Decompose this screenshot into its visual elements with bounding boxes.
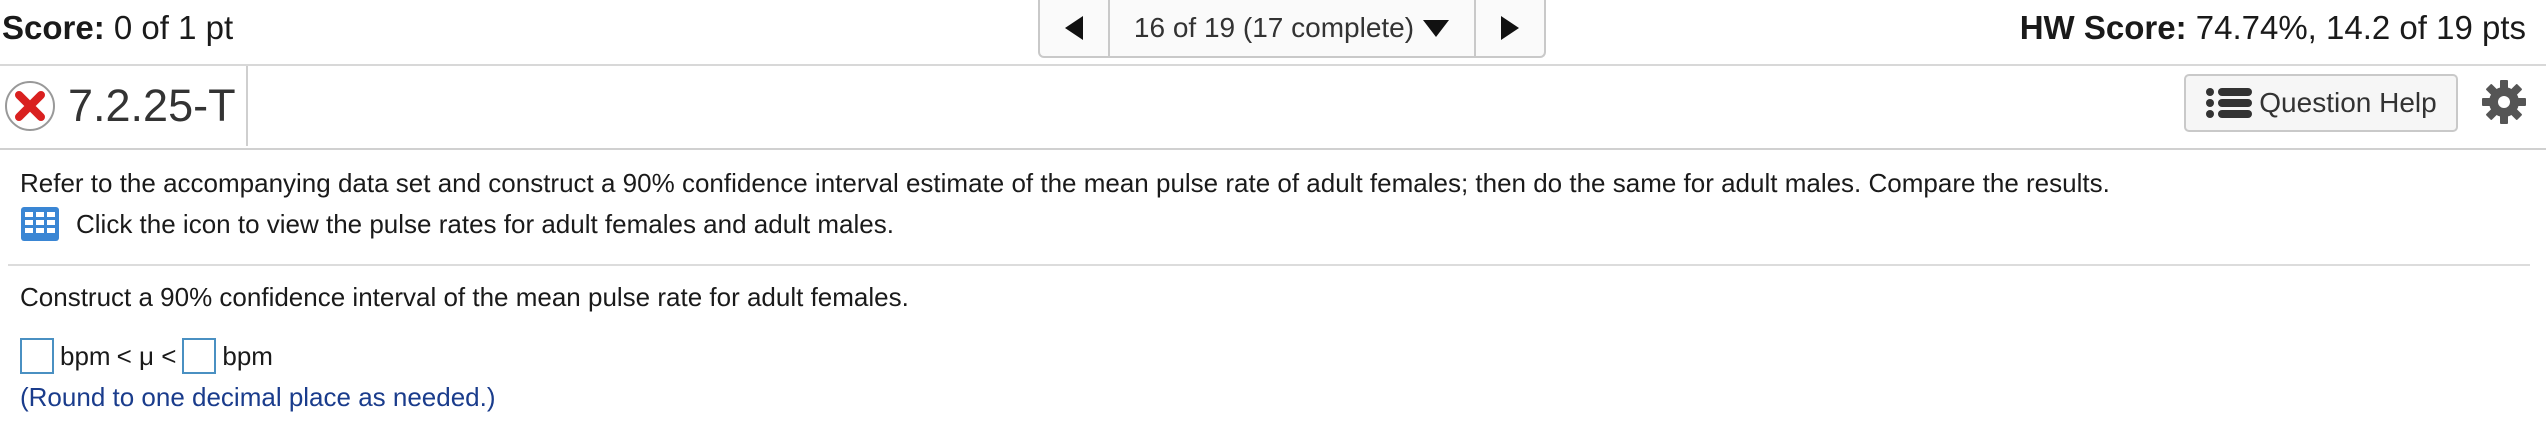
hw-score: HW Score: 74.74%, 14.2 of 19 pts	[2019, 9, 2526, 46]
divider	[8, 264, 2530, 266]
gear-icon[interactable]	[2480, 78, 2528, 126]
score: Score: 0 of 1 pt	[2, 9, 234, 46]
lower-bound-input[interactable]	[20, 338, 54, 374]
upper-bound-input[interactable]	[182, 338, 217, 374]
data-set-link: Click the icon to view the pulse rates f…	[20, 206, 894, 242]
dropdown-triangle-icon	[1423, 20, 1450, 37]
list-icon	[2206, 88, 2253, 118]
top-bar: Score: 0 of 1 pt 16 of 19 (17 complete) …	[0, 0, 2546, 66]
data-table-icon[interactable]	[20, 206, 60, 242]
question-header: 7.2.25-T Question Help	[0, 66, 2546, 150]
incorrect-x-icon	[5, 81, 55, 131]
part-instruction: Construct a 90% confidence interval of t…	[20, 282, 909, 312]
question-navigator: 16 of 19 (17 complete)	[1038, 0, 1546, 58]
question-help-button[interactable]: Question Help	[2184, 74, 2458, 132]
question-selector-dropdown[interactable]: 16 of 19 (17 complete)	[1110, 0, 1474, 56]
data-link-text: Click the icon to view the pulse rates f…	[76, 209, 894, 239]
unit-right: bpm	[222, 341, 273, 371]
question-id: 7.2.25-T	[68, 80, 236, 131]
question-prompt: Refer to the accompanying data set and c…	[20, 168, 2110, 198]
next-arrow-icon	[1501, 16, 1519, 40]
inequality-text: < μ <	[116, 341, 177, 371]
question-progress-text: 16 of 19 (17 complete)	[1133, 12, 1415, 43]
rounding-hint: (Round to one decimal place as needed.)	[20, 382, 496, 412]
answer-row: bpm < μ < bpm	[20, 338, 279, 374]
question-id-box: 7.2.25-T	[0, 66, 248, 146]
next-question-button[interactable]	[1474, 0, 1544, 56]
unit-left: bpm	[60, 341, 111, 371]
previous-question-button[interactable]	[1040, 0, 1110, 56]
question-help-label: Question Help	[2259, 87, 2437, 118]
previous-arrow-icon	[1065, 16, 1083, 40]
